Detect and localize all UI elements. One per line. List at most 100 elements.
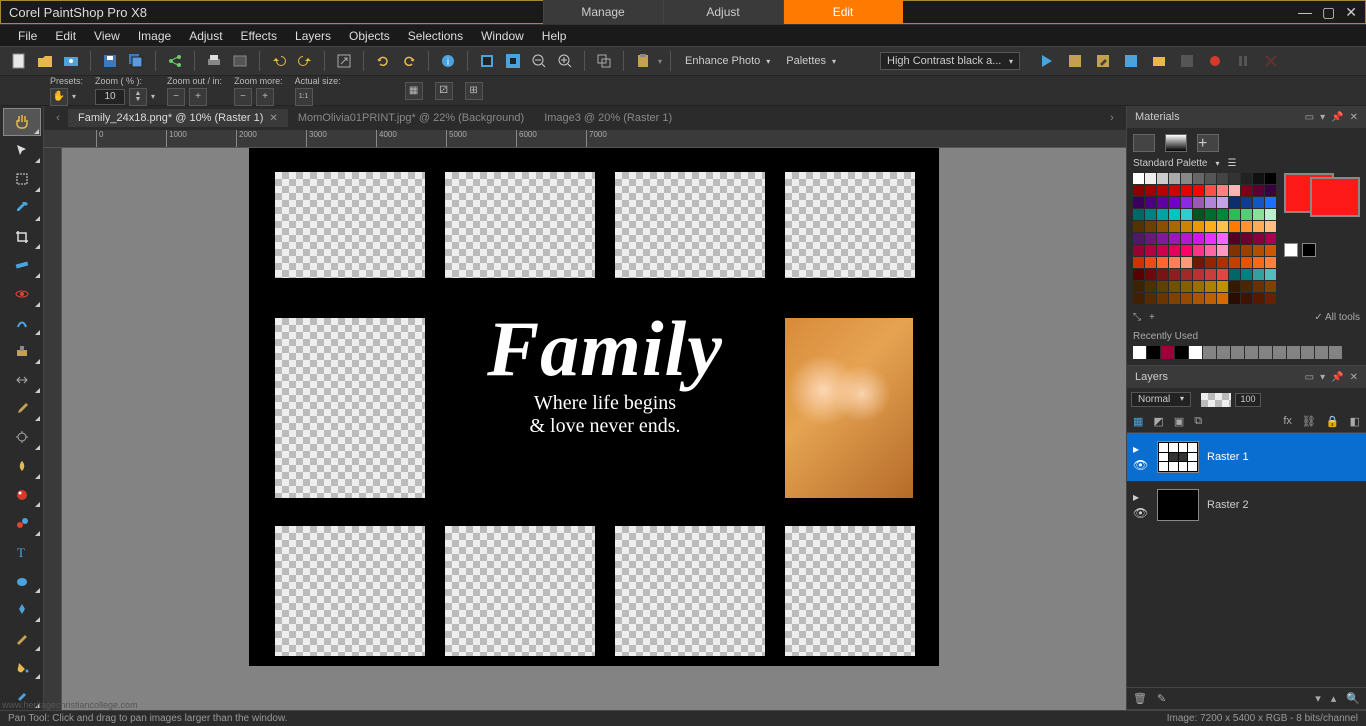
swatch[interactable]	[1265, 185, 1276, 196]
fill-tool-icon[interactable]	[3, 653, 41, 681]
swatch[interactable]	[1205, 293, 1216, 304]
swatch[interactable]	[1241, 245, 1252, 256]
swatch[interactable]	[1145, 269, 1156, 280]
layer-nav-icon[interactable]: ▸	[1133, 490, 1149, 504]
new-group-icon[interactable]: ▣	[1174, 415, 1184, 428]
panel-menu-icon[interactable]: ▭	[1305, 372, 1314, 383]
swatch[interactable]	[1205, 221, 1216, 232]
swatch[interactable]	[1169, 233, 1180, 244]
swatch[interactable]	[1205, 245, 1216, 256]
swatch[interactable]	[1169, 221, 1180, 232]
layer-edit-icon[interactable]: ✎	[1157, 692, 1166, 705]
swatch[interactable]	[1193, 209, 1204, 220]
pause-icon[interactable]	[1232, 50, 1254, 72]
swatch[interactable]	[1157, 221, 1168, 232]
swatch[interactable]	[1241, 185, 1252, 196]
swatch[interactable]	[1217, 173, 1228, 184]
swatch[interactable]	[1241, 197, 1252, 208]
zoom-out-btn-icon[interactable]: −	[167, 88, 185, 106]
save-icon[interactable]	[99, 50, 121, 72]
zoom-more-in-icon[interactable]: +	[256, 88, 274, 106]
zoom-in-icon[interactable]	[554, 50, 576, 72]
swatch[interactable]	[1133, 245, 1144, 256]
pan-tool-icon[interactable]	[3, 108, 41, 136]
new-layer-icon[interactable]: ▦	[1133, 415, 1143, 428]
swatch[interactable]	[1217, 245, 1228, 256]
add-swatch-icon[interactable]: +	[1149, 312, 1155, 323]
script-icon[interactable]	[1064, 50, 1086, 72]
layer-fx-icon[interactable]: fx	[1283, 415, 1292, 428]
swatch[interactable]	[1265, 209, 1276, 220]
swatch[interactable]	[1265, 257, 1276, 268]
panel-pin-icon[interactable]: 📌	[1331, 112, 1343, 123]
recent-swatch[interactable]	[1315, 346, 1328, 359]
fit-window-icon[interactable]	[476, 50, 498, 72]
zoom-in-btn-icon[interactable]: +	[189, 88, 207, 106]
script-output-icon[interactable]	[1120, 50, 1142, 72]
swatch[interactable]	[1253, 173, 1264, 184]
recent-swatch[interactable]	[1301, 346, 1314, 359]
camera-raw-icon[interactable]	[60, 50, 82, 72]
swatch[interactable]	[1157, 185, 1168, 196]
swatch[interactable]	[1229, 209, 1240, 220]
swatch[interactable]	[1157, 209, 1168, 220]
redo-icon[interactable]	[294, 50, 316, 72]
swatch[interactable]	[1241, 281, 1252, 292]
swatch[interactable]	[1205, 269, 1216, 280]
document-tab[interactable]: MomOlivia01PRINT.jpg* @ 22% (Background)	[288, 109, 534, 127]
recent-swatch[interactable]	[1245, 346, 1258, 359]
selection-tool-icon[interactable]	[3, 165, 41, 193]
resize-icon[interactable]	[593, 50, 615, 72]
play-icon[interactable]	[1036, 50, 1058, 72]
launch-icon[interactable]	[333, 50, 355, 72]
swatch[interactable]	[1133, 173, 1144, 184]
swatch[interactable]	[1229, 233, 1240, 244]
maximize-icon[interactable]: ▢	[1322, 4, 1335, 21]
swatch[interactable]	[1181, 293, 1192, 304]
lighten-tool-icon[interactable]	[3, 423, 41, 451]
swatch[interactable]	[1193, 269, 1204, 280]
background-color[interactable]	[1310, 177, 1360, 217]
swatch[interactable]	[1145, 185, 1156, 196]
swatch[interactable]	[1265, 233, 1276, 244]
recent-swatch[interactable]	[1203, 346, 1216, 359]
swatch[interactable]	[1181, 221, 1192, 232]
swatch[interactable]	[1229, 185, 1240, 196]
swatch[interactable]	[1265, 293, 1276, 304]
recent-swatch[interactable]	[1147, 346, 1160, 359]
swatch[interactable]	[1133, 281, 1144, 292]
menu-help[interactable]: Help	[534, 27, 575, 45]
swatch[interactable]	[1181, 257, 1192, 268]
swatch[interactable]	[1169, 269, 1180, 280]
panel-undock-icon[interactable]: ▾	[1320, 372, 1325, 383]
palettes-dropdown[interactable]: Palettes▾	[780, 55, 842, 67]
swatch[interactable]	[1205, 281, 1216, 292]
swatch[interactable]	[1229, 293, 1240, 304]
swatch[interactable]	[1217, 257, 1228, 268]
swatch[interactable]	[1193, 233, 1204, 244]
blend-mode-dropdown[interactable]: Normal▾	[1131, 392, 1191, 407]
swatch[interactable]	[1193, 185, 1204, 196]
swatch[interactable]	[1169, 185, 1180, 196]
panel-menu-icon[interactable]: ▭	[1305, 112, 1314, 123]
pattern-view-icon[interactable]: +	[1197, 134, 1219, 152]
swatch[interactable]	[1217, 269, 1228, 280]
swatch[interactable]	[1145, 245, 1156, 256]
menu-objects[interactable]: Objects	[341, 27, 398, 45]
swatch[interactable]	[1181, 245, 1192, 256]
record-icon[interactable]	[1204, 50, 1226, 72]
clipboard-icon[interactable]	[632, 50, 654, 72]
lock-icon[interactable]: 🔒	[1326, 415, 1340, 428]
viewport[interactable]: Family Where life begins & love never en…	[62, 148, 1126, 710]
swatch[interactable]	[1133, 233, 1144, 244]
swatch[interactable]	[1193, 293, 1204, 304]
swatch[interactable]	[1253, 197, 1264, 208]
smudge-tool-icon[interactable]	[3, 452, 41, 480]
tab-nav-left-icon[interactable]: ‹	[48, 112, 68, 124]
swatch[interactable]	[1205, 233, 1216, 244]
swatch[interactable]	[1265, 269, 1276, 280]
shape-tool-icon[interactable]	[3, 567, 41, 595]
tab-nav-right-icon[interactable]: ›	[1102, 112, 1122, 124]
swatch[interactable]	[1193, 173, 1204, 184]
swatch[interactable]	[1181, 209, 1192, 220]
